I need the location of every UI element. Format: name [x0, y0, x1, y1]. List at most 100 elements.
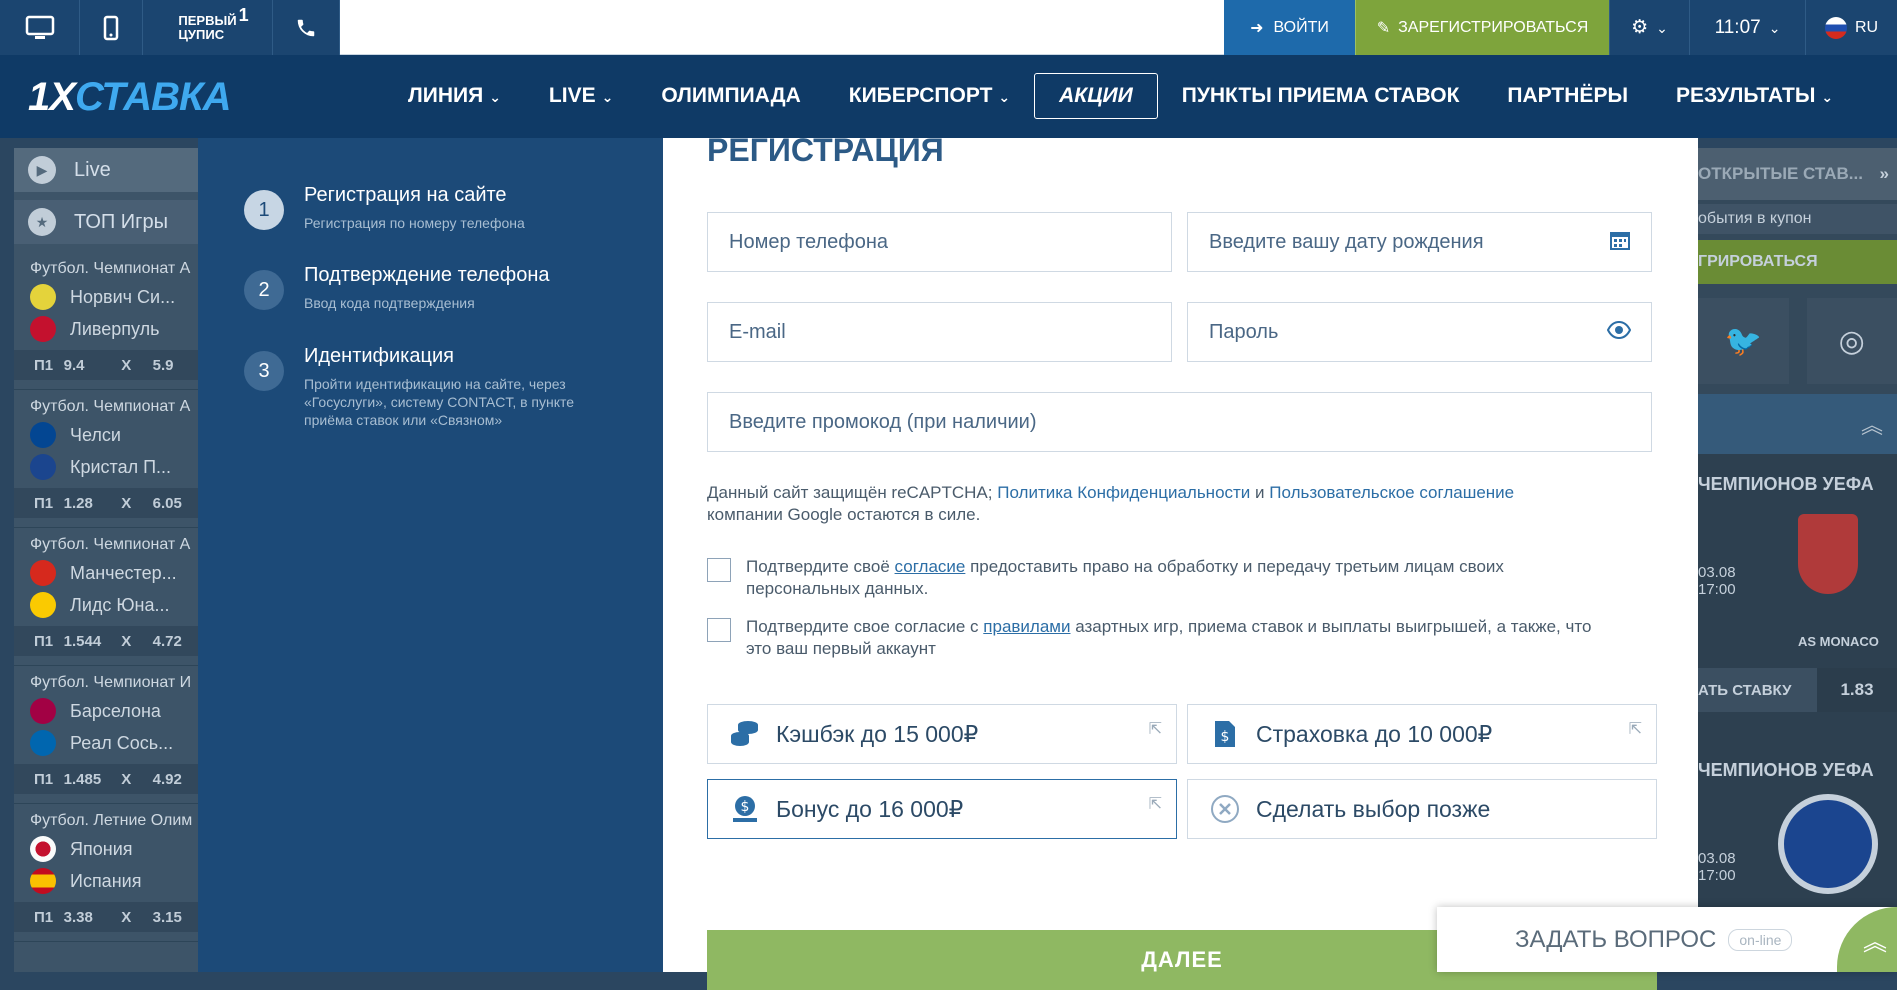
- cupis-logo[interactable]: ПЕРВЫЙЦУПИС1: [143, 0, 273, 55]
- email-input[interactable]: E-mail: [707, 302, 1172, 362]
- registration-steps: 1 Регистрация на сайте Регистрация по но…: [198, 138, 663, 972]
- nav-item-line[interactable]: ЛИНИЯ⌄: [384, 73, 525, 119]
- team-badge-icon: [30, 316, 56, 342]
- odds-row[interactable]: П11.28X6.05: [14, 488, 198, 518]
- team-badge-icon: [30, 560, 56, 586]
- chevron-up-icon[interactable]: ︽: [1861, 408, 1883, 440]
- odds-value: 9.4: [64, 357, 122, 374]
- team-row: Манчестер...: [14, 554, 198, 586]
- odds-label: X: [121, 495, 152, 512]
- promo-header: ︽: [1698, 394, 1897, 454]
- login-button[interactable]: ➜ ВОЙТИ: [1224, 0, 1355, 55]
- site-logo[interactable]: 1XСТАВКА: [28, 75, 230, 120]
- team-badge-icon: [30, 454, 56, 480]
- match-card[interactable]: Футбол. Чемпионат И Барселона Реал Сось.…: [14, 666, 198, 804]
- nav-item-promotions[interactable]: АКЦИИ: [1034, 73, 1158, 119]
- phone-input[interactable]: Номер телефона: [707, 212, 1172, 272]
- nav-item-results[interactable]: РЕЗУЛЬТАТЫ ⌄: [1652, 73, 1857, 119]
- top-right-group: ➜ ВОЙТИ ✎ ЗАРЕГИСТРИРОВАТЬСЯ ⚙⌄ 11:07⌄ R…: [1224, 0, 1897, 55]
- odds-value: 3.15: [153, 909, 198, 926]
- match-league: Футбол. Летние Олим: [14, 804, 198, 830]
- play-icon: ▶: [28, 156, 56, 184]
- nav-item-olympics[interactable]: ОЛИМПИАДА: [637, 73, 824, 119]
- eye-icon[interactable]: [1607, 319, 1631, 345]
- twitter-icon[interactable]: 🐦: [1698, 298, 1789, 384]
- odds-row[interactable]: П11.544X4.72: [14, 626, 198, 656]
- step-subtitle: Ввод кода подтверждения: [304, 294, 604, 312]
- settings-dropdown[interactable]: ⚙⌄: [1609, 0, 1689, 55]
- birthdate-input[interactable]: Введите вашу дату рождения: [1187, 212, 1652, 272]
- nav-item-live[interactable]: LIVE⌄: [525, 73, 637, 119]
- nav-item-betting-points[interactable]: ПУНКТЫ ПРИЕМА СТАВОК: [1158, 73, 1484, 119]
- bonus-option-bonus[interactable]: $ Бонус до 16 000₽ ⇱: [707, 779, 1177, 839]
- bonus-option-cashback[interactable]: Кэшбэк до 15 000₽ ⇱: [707, 704, 1177, 764]
- consent-checkbox[interactable]: [707, 558, 731, 582]
- team-badge-icon: [30, 422, 56, 448]
- password-input[interactable]: Пароль: [1187, 302, 1652, 362]
- mobile-icon[interactable]: [80, 0, 143, 55]
- team-row: Лидс Юна...: [14, 586, 198, 618]
- chevron-up-icon[interactable]: ︽: [1837, 907, 1897, 972]
- open-bets-tab[interactable]: ОТКРЫТЫЕ СТАВ...»: [1698, 148, 1897, 200]
- odds-value: 5.9: [153, 357, 198, 374]
- privacy-policy-link[interactable]: Политика Конфиденциальности: [997, 483, 1250, 502]
- top-games-label: ТОП Игры: [74, 211, 168, 234]
- bonus-option-insurance[interactable]: $ Страховка до 10 000₽ ⇱: [1187, 704, 1657, 764]
- team-row: Реал Сось...: [14, 724, 198, 756]
- odds-value: 4.72: [153, 633, 198, 650]
- step-number: 1: [244, 190, 284, 230]
- instagram-icon[interactable]: ◎: [1807, 298, 1897, 384]
- external-link-icon[interactable]: ⇱: [1629, 719, 1642, 739]
- match-card[interactable]: Футбол. Чемпионат А Норвич Си... Ливерпу…: [14, 252, 198, 390]
- match-card[interactable]: Футбол. Чемпионат А Манчестер... Лидс Юн…: [14, 528, 198, 666]
- rules-link[interactable]: правилами: [983, 617, 1070, 636]
- team-name: Испания: [70, 871, 141, 892]
- nav-item-esports[interactable]: КИБЕРСПОРТ⌄: [825, 73, 1034, 119]
- social-links: 🐦 ◎: [1698, 298, 1897, 384]
- external-link-icon[interactable]: ⇱: [1149, 794, 1162, 814]
- odds-label: X: [121, 633, 152, 650]
- nav-label: РЕЗУЛЬТАТЫ: [1676, 84, 1815, 108]
- consent-link[interactable]: согласие: [895, 557, 966, 576]
- promo-date: 03.08: [1698, 850, 1734, 867]
- match-card[interactable]: Футбол. Чемпионат А Челси Кристал П... П…: [14, 390, 198, 528]
- odds-row[interactable]: П11.485X4.92: [14, 764, 198, 794]
- phone-icon[interactable]: [273, 0, 340, 55]
- chevron-down-icon: ⌄: [489, 89, 501, 106]
- rules-checkbox[interactable]: [707, 618, 731, 642]
- step-subtitle: Пройти идентификацию на сайте, через «Го…: [304, 375, 604, 429]
- promo-card-title: ЧЕМПИОНОВ УЕФА: [1698, 760, 1874, 781]
- register-button[interactable]: ✎ ЗАРЕГИСТРИРОВАТЬСЯ: [1355, 0, 1609, 55]
- desktop-icon[interactable]: [0, 0, 80, 55]
- promo-card[interactable]: ЧЕМПИОНОВ УЕФА 03.0817:00 AS MONACO АТЬ …: [1698, 454, 1897, 754]
- top-games-section[interactable]: ★ТОП Игры: [14, 200, 198, 244]
- external-link-icon[interactable]: ⇱: [1149, 719, 1162, 739]
- nav-label: АКЦИИ: [1059, 84, 1133, 108]
- main-nav: 1XСТАВКА ЛИНИЯ⌄ LIVE⌄ ОЛИМПИАДА КИБЕРСПО…: [0, 55, 1897, 138]
- match-card[interactable]: Футбол. Летние Олим Япония Испания П13.3…: [14, 804, 198, 942]
- odds-label: П1: [34, 771, 64, 788]
- match-league: Футбол. Чемпионат А: [14, 252, 198, 278]
- team-name: Япония: [70, 839, 133, 860]
- edit-icon: ✎: [1377, 18, 1390, 38]
- form-title: РЕГИСТРАЦИЯ: [707, 132, 944, 169]
- odds-row[interactable]: П13.38X3.15: [14, 902, 198, 932]
- spain-flag-icon: [30, 868, 56, 894]
- live-section[interactable]: ▶Live: [14, 148, 198, 192]
- language-dropdown[interactable]: RU: [1805, 0, 1897, 55]
- register-label: ЗАРЕГИСТРИРОВАТЬСЯ: [1398, 19, 1588, 37]
- bonus-option-later[interactable]: Сделать выбор позже: [1187, 779, 1657, 839]
- promo-code-input[interactable]: Введите промокод (при наличии): [707, 392, 1652, 452]
- calendar-icon[interactable]: [1609, 229, 1631, 257]
- team-name: Челси: [70, 425, 121, 446]
- time-dropdown[interactable]: 11:07⌄: [1689, 0, 1805, 55]
- sidebar-register-button[interactable]: ГРИРОВАТЬСЯ: [1698, 240, 1897, 284]
- odds-row[interactable]: П19.4X5.9: [14, 350, 198, 380]
- odds-value: 4.92: [153, 771, 198, 788]
- chevron-down-icon: ⌄: [1821, 89, 1833, 106]
- terms-link[interactable]: Пользовательское соглашение: [1269, 483, 1514, 502]
- place-bet-button[interactable]: АТЬ СТАВКУ1.83: [1698, 668, 1897, 712]
- birthdate-placeholder: Введите вашу дату рождения: [1209, 231, 1484, 254]
- nav-item-partners[interactable]: ПАРТНЁРЫ: [1483, 73, 1652, 119]
- ask-question-widget[interactable]: ЗАДАТЬ ВОПРОС on-line ︽: [1437, 907, 1897, 972]
